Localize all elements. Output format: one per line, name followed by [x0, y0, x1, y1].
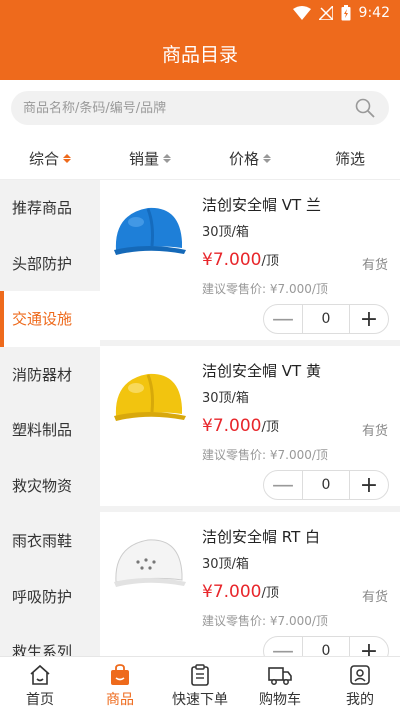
quantity-stepper: — 0 +	[263, 470, 389, 500]
bottom-nav: 首页 商品 快速下单 购物车 我的	[0, 656, 400, 711]
product-price: ¥7.000/顶	[202, 582, 279, 602]
nav-home[interactable]: 首页	[0, 657, 80, 711]
suggested-retail-price: 建议零售价: ¥7.000/顶	[202, 282, 328, 296]
nav-profile[interactable]: 我的	[320, 657, 400, 711]
price-value: ¥7.000	[202, 250, 262, 270]
nav-label: 购物车	[259, 692, 301, 708]
suggested-retail-price: 建议零售价: ¥7.000/顶	[202, 614, 328, 628]
sidebar-item-disaster-relief[interactable]: 救灾物资	[0, 458, 100, 514]
wifi-icon	[292, 6, 311, 20]
price-unit: /顶	[261, 586, 279, 601]
suggested-retail-price: 建议零售价: ¥7.000/顶	[202, 448, 328, 462]
category-sidebar: 推荐商品 头部防护 交通设施 消防器材 塑料制品 救灾物资 雨衣雨鞋 呼吸防护 …	[0, 180, 100, 656]
stock-status: 有货	[361, 258, 388, 273]
quantity-stepper: — 0 +	[263, 304, 389, 334]
status-bar: 9:42	[0, 0, 400, 26]
sort-tab-label: 筛选	[334, 150, 365, 168]
product-card[interactable]: 洁创安全帽 VT 黄 30顶/箱 ¥7.000/顶 有货 建议零售价: ¥7.0…	[100, 346, 400, 512]
product-spec: 30顶/箱	[202, 557, 249, 572]
nav-quick-order[interactable]: 快速下单	[160, 657, 240, 711]
sidebar-item-plastic[interactable]: 塑料制品	[0, 402, 100, 458]
nav-label: 首页	[26, 692, 54, 708]
plus-button[interactable]: +	[350, 471, 388, 499]
search-box[interactable]	[11, 91, 389, 125]
sort-arrows-icon	[263, 154, 271, 163]
price-value: ¥7.000	[202, 582, 262, 602]
plus-button[interactable]: +	[350, 305, 388, 333]
price-unit: /顶	[261, 420, 279, 435]
search-icon[interactable]	[355, 98, 375, 118]
product-name[interactable]: 洁创安全帽 VT 黄	[202, 360, 321, 381]
sidebar-item-respiratory[interactable]: 呼吸防护	[0, 569, 100, 625]
search-bar	[0, 80, 400, 136]
status-time: 9:42	[358, 5, 390, 21]
sort-tab-sales[interactable]: 销量	[100, 148, 200, 169]
clipboard-icon	[191, 664, 209, 686]
product-name[interactable]: 洁创安全帽 VT 兰	[202, 194, 321, 215]
product-spec: 30顶/箱	[202, 225, 249, 240]
sidebar-item-lifesaving[interactable]: 救生系列	[0, 624, 100, 656]
nav-label: 快速下单	[172, 692, 228, 708]
app: 9:42 商品目录 综合 销量 价格 筛选 推荐商品 头部防护 交通设施 消防器…	[0, 0, 400, 711]
sort-tab-comprehensive[interactable]: 综合	[0, 148, 100, 169]
helmet-image[interactable]	[108, 524, 190, 606]
sort-arrows-icon	[163, 154, 171, 163]
minus-button[interactable]: —	[264, 471, 302, 499]
battery-charging-icon	[341, 5, 351, 21]
helmet-image[interactable]	[108, 358, 190, 440]
sort-tab-filter[interactable]: 筛选	[300, 148, 400, 169]
product-list: 洁创安全帽 VT 兰 30顶/箱 ¥7.000/顶 有货 建议零售价: ¥7.0…	[100, 180, 400, 656]
header: 9:42 商品目录	[0, 0, 400, 80]
search-input[interactable]	[23, 100, 333, 116]
nav-label: 商品	[106, 692, 134, 708]
quantity-input[interactable]: 0	[302, 637, 350, 656]
sort-tab-price[interactable]: 价格	[200, 148, 300, 169]
sidebar-item-recommended[interactable]: 推荐商品	[0, 180, 100, 236]
user-icon	[350, 665, 370, 685]
nav-products[interactable]: 商品	[80, 657, 160, 711]
product-price: ¥7.000/顶	[202, 416, 279, 436]
sidebar-item-raingear[interactable]: 雨衣雨鞋	[0, 513, 100, 569]
home-icon	[30, 664, 50, 685]
helmet-image[interactable]	[108, 192, 190, 274]
stock-status: 有货	[361, 590, 388, 605]
sidebar-item-traffic[interactable]: 交通设施	[0, 291, 100, 347]
quantity-input[interactable]: 0	[302, 305, 350, 333]
price-value: ¥7.000	[202, 416, 262, 436]
no-signal-icon	[318, 6, 333, 20]
bag-icon	[111, 664, 129, 685]
product-card[interactable]: 洁创安全帽 VT 兰 30顶/箱 ¥7.000/顶 有货 建议零售价: ¥7.0…	[100, 180, 400, 346]
sort-tab-label: 综合	[28, 150, 59, 168]
nav-label: 我的	[346, 692, 374, 708]
sort-arrows-icon	[63, 154, 71, 163]
product-card[interactable]: 洁创安全帽 RT 白 30顶/箱 ¥7.000/顶 有货 建议零售价: ¥7.0…	[100, 512, 400, 656]
truck-icon	[268, 667, 292, 685]
page-title: 商品目录	[161, 44, 238, 66]
sort-tab-label: 价格	[228, 150, 259, 168]
plus-button[interactable]: +	[350, 637, 388, 657]
minus-button[interactable]: —	[264, 305, 302, 333]
sidebar-item-fire[interactable]: 消防器材	[0, 347, 100, 403]
sidebar-item-head-protection[interactable]: 头部防护	[0, 236, 100, 292]
quantity-stepper: — 0 +	[263, 636, 389, 656]
quantity-input[interactable]: 0	[302, 471, 350, 499]
stock-status: 有货	[361, 424, 388, 439]
price-unit: /顶	[261, 254, 279, 269]
sort-bar: 综合 销量 价格 筛选	[0, 138, 400, 180]
sort-tab-label: 销量	[128, 150, 159, 168]
minus-button[interactable]: —	[264, 637, 302, 657]
product-price: ¥7.000/顶	[202, 250, 279, 270]
product-spec: 30顶/箱	[202, 391, 249, 406]
nav-cart[interactable]: 购物车	[240, 657, 320, 711]
product-name[interactable]: 洁创安全帽 RT 白	[202, 526, 320, 547]
